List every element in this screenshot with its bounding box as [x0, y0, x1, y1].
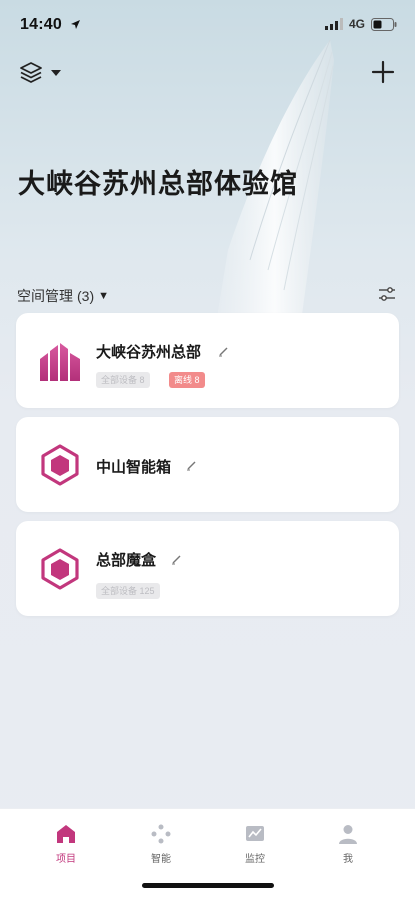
offline-count-badge: 离线 8	[169, 372, 205, 388]
device-count-badge: 全部设备 8	[96, 372, 150, 388]
edit-icon[interactable]	[218, 345, 230, 357]
space-card[interactable]: 大峡谷苏州总部 全部设备 8 离线 8	[16, 313, 399, 408]
home-indicator	[142, 883, 274, 888]
caret-down-icon: ▼	[98, 290, 110, 302]
tab-smart[interactable]: 智能	[131, 823, 191, 865]
space-management-dropdown[interactable]: 空间管理 (3) ▼	[17, 286, 109, 306]
tab-label: 我	[343, 854, 353, 865]
tab-projects[interactable]: 项目	[36, 823, 96, 865]
edit-icon[interactable]	[171, 553, 183, 565]
space-card[interactable]: 总部魔盒 全部设备 125	[16, 521, 399, 616]
tab-label: 智能	[151, 854, 171, 865]
edit-icon[interactable]	[186, 459, 198, 471]
add-icon[interactable]	[369, 58, 397, 86]
status-time: 14:40	[20, 16, 62, 33]
smart-icon	[151, 824, 171, 844]
top-bar	[0, 56, 415, 96]
tab-me[interactable]: 我	[318, 823, 378, 865]
home-icon	[57, 825, 75, 843]
space-card[interactable]: 中山智能箱	[16, 417, 399, 512]
network-label: 4G	[348, 17, 365, 31]
space-name: 大峡谷苏州总部	[96, 344, 202, 361]
project-switch-button[interactable]	[18, 60, 62, 86]
box-icon	[41, 444, 79, 486]
layers-icon	[20, 62, 42, 83]
tab-label: 监控	[245, 854, 265, 865]
section-label: 空间管理	[17, 288, 73, 304]
user-icon	[339, 825, 357, 844]
building-icon	[40, 343, 80, 381]
device-count-badge: 全部设备 125	[96, 583, 160, 599]
section-count: (3)	[77, 288, 95, 304]
signal-icon	[324, 18, 343, 30]
sort-settings-icon[interactable]	[377, 285, 397, 303]
box-icon	[41, 548, 79, 590]
location-arrow-icon	[71, 20, 80, 29]
page-title: 大峡谷苏州总部体验馆	[18, 169, 298, 199]
space-name: 总部魔盒	[96, 552, 157, 569]
caret-down-icon	[51, 70, 61, 76]
status-bar: 14:40 4G	[0, 0, 415, 46]
tab-monitor[interactable]: 监控	[225, 823, 285, 865]
battery-icon	[371, 17, 397, 31]
space-name: 中山智能箱	[96, 459, 172, 476]
monitor-icon	[246, 826, 264, 841]
tab-label: 项目	[56, 854, 76, 865]
